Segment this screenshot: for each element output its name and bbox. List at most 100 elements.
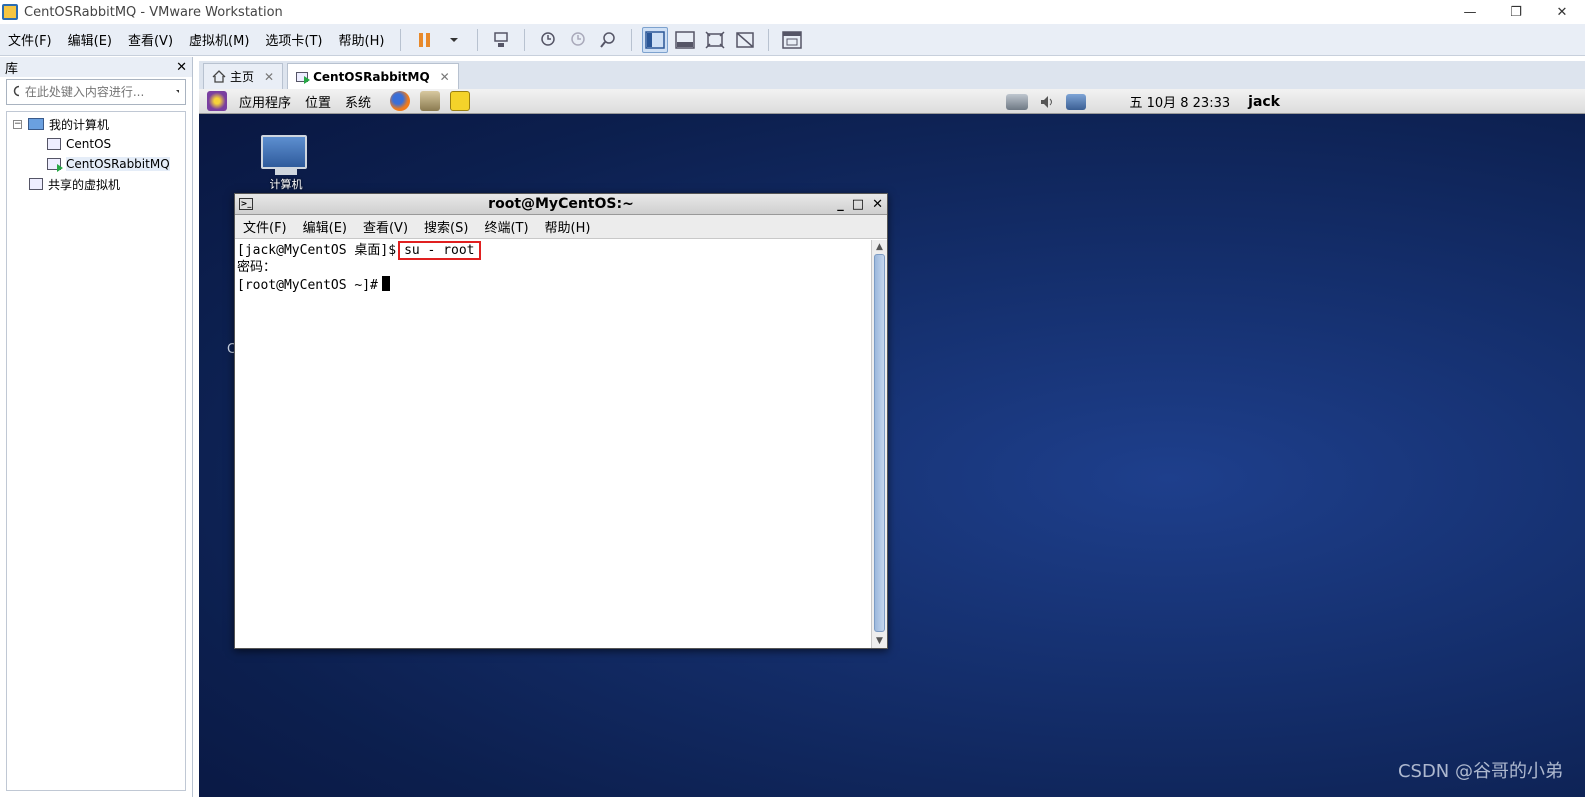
window-titlebar: CentOSRabbitMQ - VMware Workstation — ❐ … [0, 0, 1585, 24]
tab-centosrabbitmq[interactable]: CentOSRabbitMQ ✕ [287, 63, 459, 89]
panel-menu-applications[interactable]: 应用程序 [239, 92, 291, 111]
toolbar-separator [631, 28, 633, 51]
pause-icon [418, 32, 430, 47]
thumbnail-bar-button[interactable] [672, 27, 698, 53]
toolbar-separator [400, 28, 402, 51]
tree-item-label: CentOSRabbitMQ [66, 157, 170, 171]
notes-editor-icon[interactable] [450, 91, 471, 111]
menu-tabs[interactable]: 选项卡(T) [257, 30, 330, 49]
display-icon[interactable] [1066, 93, 1087, 110]
collapse-toggle-icon[interactable]: − [13, 119, 22, 129]
snapshot-take-button[interactable] [535, 27, 561, 53]
terminal-menu-view[interactable]: 查看(V) [355, 217, 416, 236]
csdn-watermark: CSDN @谷哥的小弟 [1397, 761, 1563, 782]
full-screen-button[interactable] [702, 27, 728, 53]
panel-tray: 五 10月 8 23:33 jack [1001, 89, 1585, 114]
vm-running-icon [47, 158, 63, 172]
library-tree: − 我的计算机 CentOS CentOSRabbitMQ 共享的虚拟机 [6, 111, 186, 791]
window-controls: — ❐ ✕ [1447, 0, 1585, 24]
tree-item-centos[interactable]: CentOS [7, 134, 185, 154]
scroll-down-icon[interactable]: ▼ [872, 634, 887, 648]
console-view-button[interactable] [779, 27, 805, 53]
terminal-close-icon[interactable]: ✕ [872, 197, 883, 212]
minimize-button[interactable]: — [1447, 0, 1493, 24]
unity-icon [736, 31, 755, 48]
panel-username[interactable]: jack [1248, 94, 1280, 110]
snapshot-manager-icon [600, 31, 616, 48]
unity-mode-button[interactable] [732, 27, 758, 53]
tab-close-icon[interactable]: ✕ [264, 70, 274, 84]
menu-view[interactable]: 查看(V) [120, 30, 181, 49]
terminal-titlebar[interactable]: >_ root@MyCentOS:~ _ □ ✕ [235, 194, 887, 215]
thumbnail-view-icon [675, 30, 696, 49]
gnome-foot-icon [207, 91, 227, 111]
network-send-icon [494, 31, 509, 47]
mail-client-icon[interactable] [420, 91, 441, 111]
terminal-maximize-icon[interactable]: □ [852, 197, 864, 212]
monitor-icon [261, 135, 307, 169]
tree-item-centosrabbitmq[interactable]: CentOSRabbitMQ [7, 154, 185, 174]
panel-clock[interactable]: 五 10月 8 23:33 [1129, 92, 1230, 111]
tree-item-my-computer[interactable]: − 我的计算机 [7, 114, 185, 134]
panel-menu-places[interactable]: 位置 [305, 92, 331, 111]
terminal-menu-search[interactable]: 搜索(S) [416, 217, 476, 236]
menu-vm[interactable]: 虚拟机(M) [181, 30, 257, 49]
monitor-stand [275, 169, 297, 175]
library-panel: 库 ✕ − 我的计算机 CentOS CentOSRabbitMQ 共享的虚拟机 [0, 57, 193, 797]
terminal-menu-file[interactable]: 文件(F) [235, 217, 295, 236]
library-search-box[interactable] [6, 79, 186, 105]
desktop-computer-icon[interactable]: 计算机 [261, 135, 311, 192]
send-ctrl-alt-del-button[interactable] [488, 27, 514, 53]
text-cursor [381, 276, 390, 291]
pause-vm-button[interactable] [411, 27, 437, 53]
terminal-menu-edit[interactable]: 编辑(E) [295, 217, 355, 236]
vmware-app-icon [2, 4, 18, 20]
terminal-line: [jack@MyCentOS 桌面]$ su - root [237, 241, 869, 260]
shell-prompt: [jack@MyCentOS 桌面]$ [237, 243, 397, 258]
snapshot-manager-button[interactable] [595, 27, 621, 53]
power-dropdown-button[interactable] [441, 27, 467, 53]
library-view-icon [645, 30, 666, 49]
vm-guest-screen[interactable]: 应用程序 位置 系统 五 10月 8 23:33 jack 计算机 C >_ r… [199, 89, 1585, 797]
tree-item-shared-vms[interactable]: 共享的虚拟机 [7, 174, 185, 194]
terminal-output[interactable]: [jack@MyCentOS 桌面]$ su - root 密码： [root@M… [235, 240, 871, 648]
volume-icon[interactable] [1039, 94, 1055, 110]
terminal-menu-help[interactable]: 帮助(H) [537, 217, 599, 236]
chevron-down-icon[interactable] [175, 88, 179, 96]
toolbar-separator [477, 28, 479, 51]
library-header: 库 ✕ [0, 57, 192, 77]
restore-button[interactable]: ❐ [1493, 0, 1539, 24]
menu-file[interactable]: 文件(F) [0, 30, 60, 49]
panel-menu-system[interactable]: 系统 [345, 92, 371, 111]
tab-home[interactable]: 主页 ✕ [203, 63, 284, 89]
terminal-scrollbar[interactable]: ▲ ▼ [871, 240, 887, 648]
terminal-line: 密码： [237, 260, 277, 275]
terminal-minimize-icon[interactable]: _ [837, 197, 844, 212]
toolbar-separator [524, 28, 526, 51]
tree-item-label: 共享的虚拟机 [48, 177, 121, 192]
network-icon[interactable] [1006, 93, 1029, 110]
search-icon [13, 85, 19, 97]
show-library-button[interactable] [642, 26, 669, 53]
fullscreen-icon [705, 30, 725, 49]
menu-edit[interactable]: 编辑(E) [60, 30, 120, 49]
menu-help[interactable]: 帮助(H) [331, 30, 393, 49]
scrollbar-thumb[interactable] [874, 254, 885, 632]
home-icon [212, 70, 226, 83]
terminal-menu-terminal[interactable]: 终端(T) [476, 217, 536, 236]
tab-close-icon[interactable]: ✕ [440, 70, 450, 84]
snapshot-revert-button[interactable] [565, 27, 591, 53]
console-view-icon [782, 30, 803, 49]
library-search-input[interactable] [24, 85, 175, 99]
firefox-icon[interactable] [390, 91, 411, 111]
tab-label: 主页 [230, 70, 255, 84]
terminal-window-controls: _ □ ✕ [837, 194, 883, 215]
close-button[interactable]: ✕ [1539, 0, 1585, 24]
terminal-window[interactable]: >_ root@MyCentOS:~ _ □ ✕ 文件(F) 编辑(E) 查看(… [234, 193, 888, 649]
tree-item-label: 我的计算机 [49, 117, 110, 132]
vm-running-icon [296, 71, 311, 84]
menubar: 文件(F) 编辑(E) 查看(V) 虚拟机(M) 选项卡(T) 帮助(H) [0, 24, 1585, 56]
scroll-up-icon[interactable]: ▲ [872, 240, 887, 254]
library-close-icon[interactable]: ✕ [176, 60, 187, 75]
vm-icon [47, 138, 61, 150]
